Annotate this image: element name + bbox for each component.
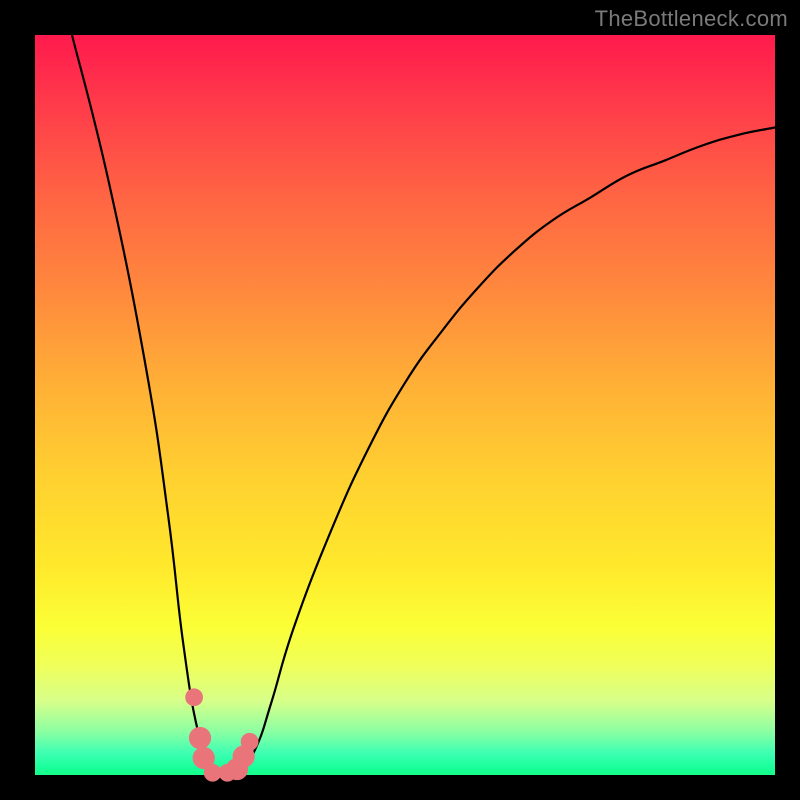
bottleneck-curve bbox=[72, 35, 775, 776]
watermark-text: TheBottleneck.com bbox=[595, 6, 788, 32]
curve-marker bbox=[241, 733, 259, 751]
curve-marker bbox=[185, 688, 203, 706]
curve-svg bbox=[35, 35, 775, 775]
chart-frame: TheBottleneck.com bbox=[0, 0, 800, 800]
curve-marker bbox=[189, 727, 211, 749]
plot-area bbox=[35, 35, 775, 775]
